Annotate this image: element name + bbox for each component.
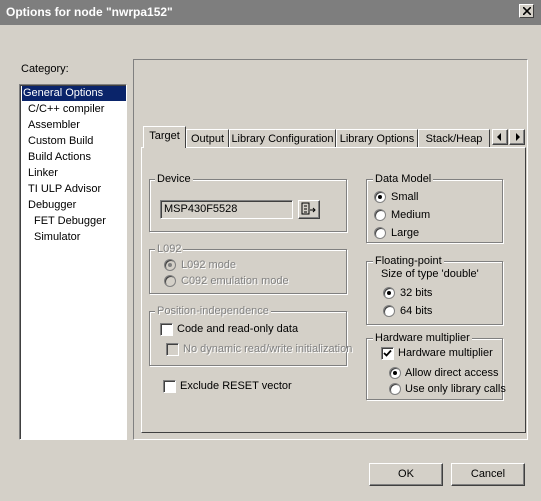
data-model-small-label: Small — [391, 191, 419, 203]
floating-point-legend: Floating-point — [373, 255, 444, 267]
close-button[interactable] — [519, 4, 534, 18]
device-legend: Device — [155, 173, 193, 185]
category-item-custom-build[interactable]: Custom Build — [22, 134, 96, 149]
device-select-icon — [301, 202, 316, 215]
category-item-general-options[interactable]: General Options — [22, 86, 126, 101]
category-label: Category: — [21, 63, 69, 75]
category-list[interactable]: General Options C/C++ compiler Assembler… — [19, 84, 127, 440]
category-item-ti-ulp-advisor[interactable]: TI ULP Advisor — [22, 182, 104, 197]
data-model-large-radio[interactable] — [374, 227, 386, 239]
data-model-medium-radio[interactable] — [374, 209, 386, 221]
tab-stack-heap[interactable]: Stack/Heap — [418, 129, 490, 148]
category-item-assembler[interactable]: Assembler — [22, 118, 83, 133]
l092-mode-radio[interactable] — [164, 259, 176, 271]
l092-legend: L092 — [155, 243, 184, 255]
category-item-build-actions[interactable]: Build Actions — [22, 150, 94, 165]
category-item-linker[interactable]: Linker — [22, 166, 61, 181]
data-model-medium-label: Medium — [391, 209, 431, 221]
category-item-debugger[interactable]: Debugger — [22, 198, 79, 213]
c092-emulation-label: C092 emulation mode — [181, 275, 289, 287]
position-independence-group — [149, 311, 347, 366]
allow-direct-access-label: Allow direct access — [405, 367, 499, 379]
no-dynamic-init-label: No dynamic read/write initialization — [183, 343, 353, 355]
close-icon — [523, 7, 531, 15]
code-readonly-label: Code and read-only data — [177, 323, 299, 335]
data-model-small-radio[interactable] — [374, 191, 386, 203]
double-64-radio[interactable] — [383, 305, 395, 317]
no-dynamic-init-checkbox[interactable] — [166, 343, 179, 356]
ok-button[interactable]: OK — [369, 463, 443, 486]
library-calls-label: Use only library calls — [405, 383, 506, 395]
tab-output[interactable]: Output — [186, 129, 229, 148]
data-model-legend: Data Model — [373, 173, 434, 185]
checkmark-icon — [383, 349, 392, 357]
double-32-label: 32 bits — [400, 287, 433, 299]
double-64-label: 64 bits — [400, 305, 433, 317]
data-model-group — [366, 179, 503, 243]
arrow-right-icon — [516, 133, 520, 141]
title-bar: Options for node "nwrpa152" — [0, 0, 541, 25]
double-32-radio[interactable] — [383, 287, 395, 299]
data-model-large-label: Large — [391, 227, 420, 239]
allow-direct-access-radio[interactable] — [389, 367, 401, 379]
window-title: Options for node "nwrpa152" — [6, 5, 173, 19]
c092-emulation-radio[interactable] — [164, 275, 176, 287]
device-field[interactable]: MSP430F5528 — [160, 200, 293, 219]
category-item-fet-debugger[interactable]: FET Debugger — [22, 214, 109, 229]
position-independence-legend: Position-independence — [155, 305, 271, 317]
select-device-button[interactable] — [298, 200, 320, 219]
double-size-label: Size of type 'double' — [381, 268, 479, 280]
cancel-button[interactable]: Cancel — [451, 463, 525, 486]
category-item-c-compiler[interactable]: C/C++ compiler — [22, 102, 107, 117]
tab-library-configuration[interactable]: Library Configuration — [229, 129, 336, 148]
code-readonly-checkbox[interactable] — [160, 323, 173, 336]
hardware-multiplier-label: Hardware multiplier — [398, 347, 493, 359]
arrow-left-icon — [497, 133, 501, 141]
tab-scroll-right-button[interactable] — [509, 129, 525, 145]
hardware-multiplier-checkbox[interactable] — [381, 347, 394, 360]
hardware-multiplier-legend: Hardware multiplier — [373, 332, 472, 344]
tab-library-options[interactable]: Library Options — [336, 129, 418, 148]
library-calls-radio[interactable] — [389, 383, 401, 395]
l092-group — [149, 249, 347, 294]
tab-target[interactable]: Target — [143, 126, 186, 148]
l092-mode-label: L092 mode — [181, 259, 237, 271]
exclude-reset-checkbox[interactable] — [163, 380, 176, 393]
exclude-reset-label: Exclude RESET vector — [180, 380, 292, 392]
tab-scroll-left-button[interactable] — [492, 129, 508, 145]
category-item-simulator[interactable]: Simulator — [22, 230, 83, 245]
